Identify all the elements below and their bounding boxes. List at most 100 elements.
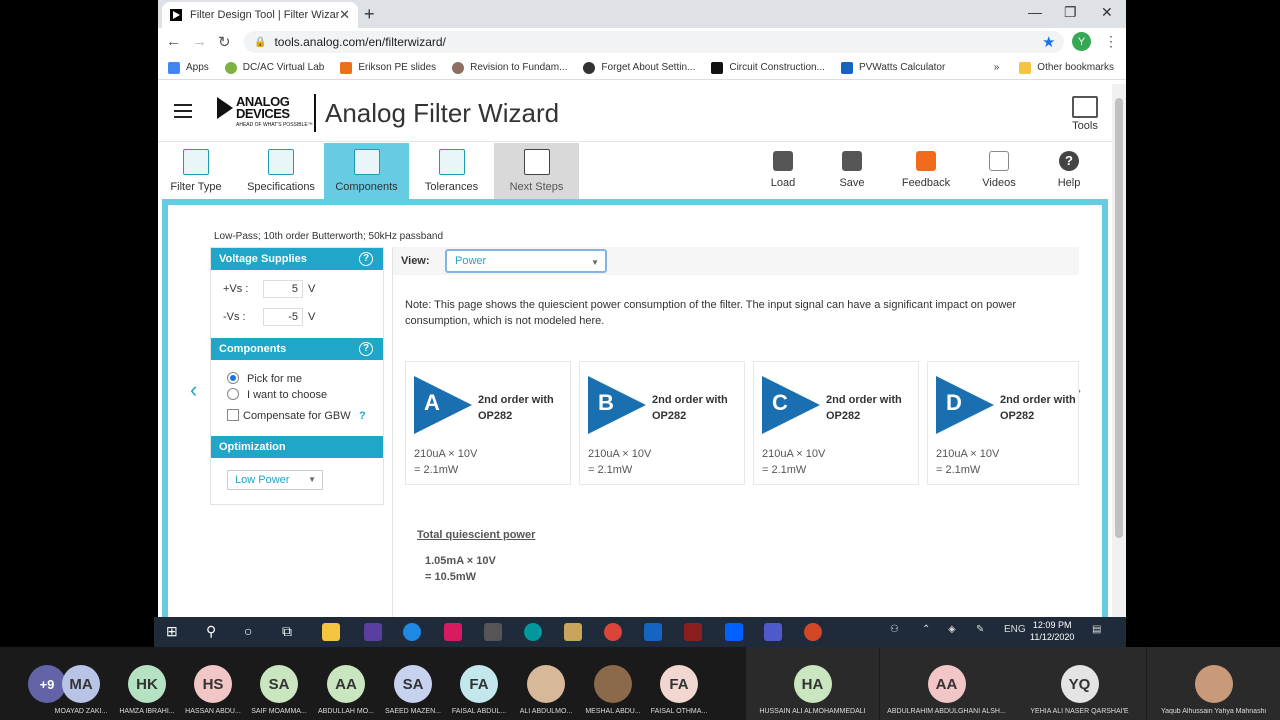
more-bookmarks-icon[interactable]: » <box>994 62 1000 73</box>
pen-icon[interactable]: ✎ <box>976 624 984 635</box>
windows-start-icon[interactable]: ⊞ <box>166 623 178 640</box>
app-icon[interactable] <box>444 623 462 641</box>
app-icon[interactable] <box>684 623 702 641</box>
cortana-icon[interactable]: ○ <box>244 623 252 639</box>
app-icon[interactable] <box>644 623 662 641</box>
hamburger-menu-icon[interactable] <box>174 104 192 118</box>
bookmark-item[interactable]: Forget About Settin... <box>583 61 695 74</box>
help-icon[interactable]: ? <box>359 342 373 356</box>
bookmark-star-icon[interactable]: ★ <box>1042 33 1055 51</box>
help-button[interactable]: ? Help <box>1044 143 1094 199</box>
vneg-input[interactable]: -5 <box>263 308 303 326</box>
menu-kebab-icon[interactable]: ⋮ <box>1104 33 1118 50</box>
tab-tolerances[interactable]: Tolerances <box>409 143 494 199</box>
bookmark-apps[interactable]: Apps <box>168 61 209 74</box>
participant-tile[interactable]: ALI ABDULMO... <box>513 647 579 720</box>
notifications-icon[interactable]: ▤ <box>1092 624 1101 635</box>
tab-title: Filter Design Tool | Filter Wizard <box>190 9 340 21</box>
reload-icon[interactable]: ↻ <box>218 33 231 51</box>
dropbox-tray-icon[interactable]: ◈ <box>948 624 956 635</box>
pick-for-me-radio[interactable] <box>227 372 239 384</box>
chrome-icon[interactable] <box>604 623 622 641</box>
teams-icon[interactable] <box>764 623 782 641</box>
participant-name: ABDULLAH MO... <box>317 708 374 715</box>
bookmark-item[interactable]: Revision to Fundam... <box>452 61 567 74</box>
participant-tile[interactable]: FA FAISAL OTHMA... <box>646 647 712 720</box>
stage-card-c[interactable]: C 2nd order with OP282 210uA × 10V = 2.1m… <box>753 361 919 485</box>
next-steps-icon <box>523 149 550 175</box>
participant-tile[interactable]: AA ABDULRAHIM ABDULGHANI ALSH... <box>880 647 1013 720</box>
participant-tile[interactable]: AA ABDULLAH MO... <box>313 647 379 720</box>
minimize-icon[interactable]: — <box>1028 4 1042 20</box>
dropbox-icon[interactable] <box>725 623 743 641</box>
compensate-gbw-checkbox[interactable] <box>227 409 239 421</box>
bookmark-item[interactable]: DC/AC Virtual Lab <box>224 61 324 74</box>
tools-button[interactable]: Tools <box>1068 96 1102 132</box>
vpos-input[interactable]: 5 <box>263 280 303 298</box>
folder-icon <box>1019 61 1032 74</box>
people-icon[interactable]: ⚇ <box>890 624 899 635</box>
back-icon[interactable]: ← <box>166 33 181 50</box>
tab-next-steps[interactable]: Next Steps <box>494 143 579 199</box>
help-icon[interactable]: ? <box>359 252 373 266</box>
participant-tile[interactable]: MESHAL ABDU... <box>580 647 646 720</box>
page-scrollbar[interactable] <box>1112 84 1126 617</box>
url-field[interactable]: 🔒 tools.analog.com/en/filterwizard/ <box>244 31 1064 53</box>
new-tab-icon[interactable]: + <box>364 4 375 25</box>
load-button[interactable]: Load <box>758 143 808 199</box>
participant-avatar: HA <box>793 665 832 703</box>
browser-tab[interactable]: Filter Design Tool | Filter Wizard ✕ <box>162 2 358 28</box>
forward-icon[interactable]: → <box>192 33 207 50</box>
participant-avatar: SA <box>394 665 432 703</box>
amplifier-triangle-icon <box>588 376 646 434</box>
videos-button[interactable]: Videos <box>974 143 1024 199</box>
tray-chevron-icon[interactable]: ⌃ <box>922 624 930 635</box>
app-icon[interactable] <box>564 623 582 641</box>
close-tab-icon[interactable]: ✕ <box>339 7 350 23</box>
task-view-icon[interactable]: ⧉ <box>282 623 292 640</box>
analog-devices-logo[interactable]: ANALOG DEVICES AHEAD OF WHAT'S POSSIBLE™ <box>217 95 313 128</box>
powerpoint-icon[interactable] <box>804 623 822 641</box>
participant-tile[interactable]: YQ YEHIA ALI NASER QARSHAI'E <box>1013 647 1146 720</box>
participant-tile[interactable]: FA FAISAL ABDUL... <box>446 647 512 720</box>
tab-filter-type[interactable]: Filter Type <box>164 143 228 199</box>
participant-tile[interactable]: SA SAEED MAZEN... <box>380 647 446 720</box>
tab-specifications[interactable]: Specifications <box>238 143 324 199</box>
view-select[interactable]: Power ▼ <box>445 249 607 273</box>
clock[interactable]: 12:09 PM 11/12/2020 <box>1030 619 1074 643</box>
bookmark-item[interactable]: Erikson PE slides <box>340 61 436 74</box>
stage-card-b[interactable]: B 2nd order with OP282 210uA × 10V = 2.1m… <box>579 361 745 485</box>
dropdown-arrow-icon: ▼ <box>308 475 316 484</box>
gbw-help-icon[interactable]: ? <box>359 410 366 422</box>
participant-tile[interactable]: HA HUSSAIN ALI ALMOHAMMEDALI <box>746 647 879 720</box>
participant-avatar: FA <box>460 665 498 703</box>
app-icon[interactable] <box>484 623 502 641</box>
arduino-icon[interactable] <box>524 623 542 641</box>
chevron-left-icon[interactable]: ‹ <box>190 377 197 403</box>
participant-tile[interactable]: HS HASSAN ABDU... <box>180 647 246 720</box>
other-bookmarks[interactable]: Other bookmarks <box>1019 61 1114 74</box>
file-explorer-icon[interactable] <box>322 623 340 641</box>
tab-components[interactable]: Components <box>324 143 409 199</box>
participant-tile[interactable]: HK HAMZA IBRAHI... <box>114 647 180 720</box>
participant-tile[interactable]: Yaqub Alhussain Yahya Mahnashi <box>1147 647 1280 720</box>
teamviewer-icon[interactable] <box>403 623 421 641</box>
participant-avatar <box>1194 665 1233 703</box>
bookmark-item[interactable]: Circuit Construction... <box>711 61 825 74</box>
participant-tile[interactable]: MA MOAYAD ZAKI... <box>48 647 114 720</box>
i-want-to-choose-label: I want to choose <box>247 389 328 401</box>
app-icon[interactable] <box>364 623 382 641</box>
save-button[interactable]: Save <box>827 143 877 199</box>
language-indicator[interactable]: ENG <box>1004 624 1026 635</box>
participant-tile[interactable]: SA SAIF MOAMMA... <box>246 647 312 720</box>
feedback-button[interactable]: Feedback <box>894 143 958 199</box>
stage-card-a[interactable]: A 2nd order with OP282 210uA × 10V = 2.1m… <box>405 361 571 485</box>
close-window-icon[interactable]: ✕ <box>1101 4 1113 21</box>
restore-icon[interactable]: ❐ <box>1064 4 1077 21</box>
bookmark-item[interactable]: PVWatts Calculator <box>840 61 945 74</box>
i-want-to-choose-radio[interactable] <box>227 388 239 400</box>
stage-card-d[interactable]: D 2nd order with OP282 210uA × 10V = 2.1m… <box>927 361 1079 485</box>
profile-avatar[interactable]: Y <box>1072 32 1091 51</box>
optimization-select[interactable]: Low Power ▼ <box>227 470 323 490</box>
search-icon[interactable]: ⚲ <box>206 623 216 640</box>
